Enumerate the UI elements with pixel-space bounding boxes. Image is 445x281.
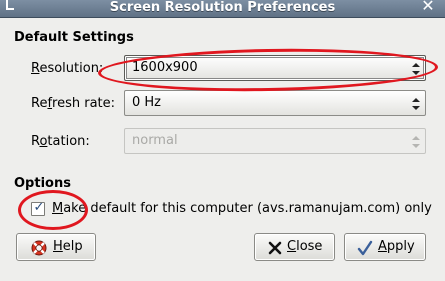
resolution-value: 1600x900 [132, 60, 198, 75]
close-button-label: Close [287, 234, 322, 260]
window-close-button[interactable]: ✕ [417, 0, 439, 15]
updown-arrows-icon [412, 136, 420, 148]
refresh-rate-value: 0 Hz [132, 95, 162, 110]
make-default-checkbox[interactable]: ✓ [31, 200, 45, 216]
options-heading: Options [14, 176, 71, 191]
close-mnemonic: C [287, 239, 297, 254]
close-label-text: lose [296, 239, 323, 254]
resolution-combo[interactable]: 1600x900 [124, 55, 426, 81]
close-button[interactable]: Close [254, 233, 335, 261]
close-x-icon [268, 241, 282, 255]
apply-label-text: pply [386, 239, 415, 254]
rotation-combo[interactable]: normal [124, 128, 426, 154]
refresh-rate-combo[interactable]: 0 Hz [124, 90, 426, 116]
window-title: Screen Resolution Preferences [109, 0, 336, 15]
checkmark-icon [357, 240, 373, 256]
updown-arrows-icon [412, 63, 420, 75]
help-mnemonic: H [53, 239, 63, 254]
updown-arrows-icon [412, 98, 420, 110]
resolution-label-text: esolution: [39, 61, 104, 76]
apply-mnemonic: A [378, 239, 387, 254]
rotation-label-text: tation: [47, 134, 90, 149]
resolution-label: Resolution: [31, 61, 103, 76]
lifebuoy-icon [31, 240, 47, 256]
apply-button[interactable]: Apply [344, 233, 426, 261]
rotation-value: normal [132, 133, 178, 148]
rotation-label: Rotation: [31, 134, 90, 149]
checkmark-icon: ✓ [33, 200, 45, 215]
default-settings-heading: Default Settings [14, 30, 134, 45]
window-titlebar[interactable]: Screen Resolution Preferences ✕ [0, 0, 445, 18]
apply-button-label: Apply [378, 234, 415, 260]
make-default-label[interactable]: Make default for this computer (avs.rama… [52, 201, 432, 216]
help-button-label: Help [53, 234, 83, 260]
help-label-text: elp [62, 239, 83, 254]
make-default-label-text: ake default for this computer (avs.raman… [63, 201, 432, 216]
refresh-rate-label: Refresh rate: [31, 96, 115, 111]
make-default-mnemonic: M [52, 201, 64, 216]
help-button[interactable]: Help [16, 233, 96, 261]
refresh-rate-label-prefix: Re [31, 96, 48, 111]
refresh-rate-label-text: resh rate: [52, 96, 116, 111]
